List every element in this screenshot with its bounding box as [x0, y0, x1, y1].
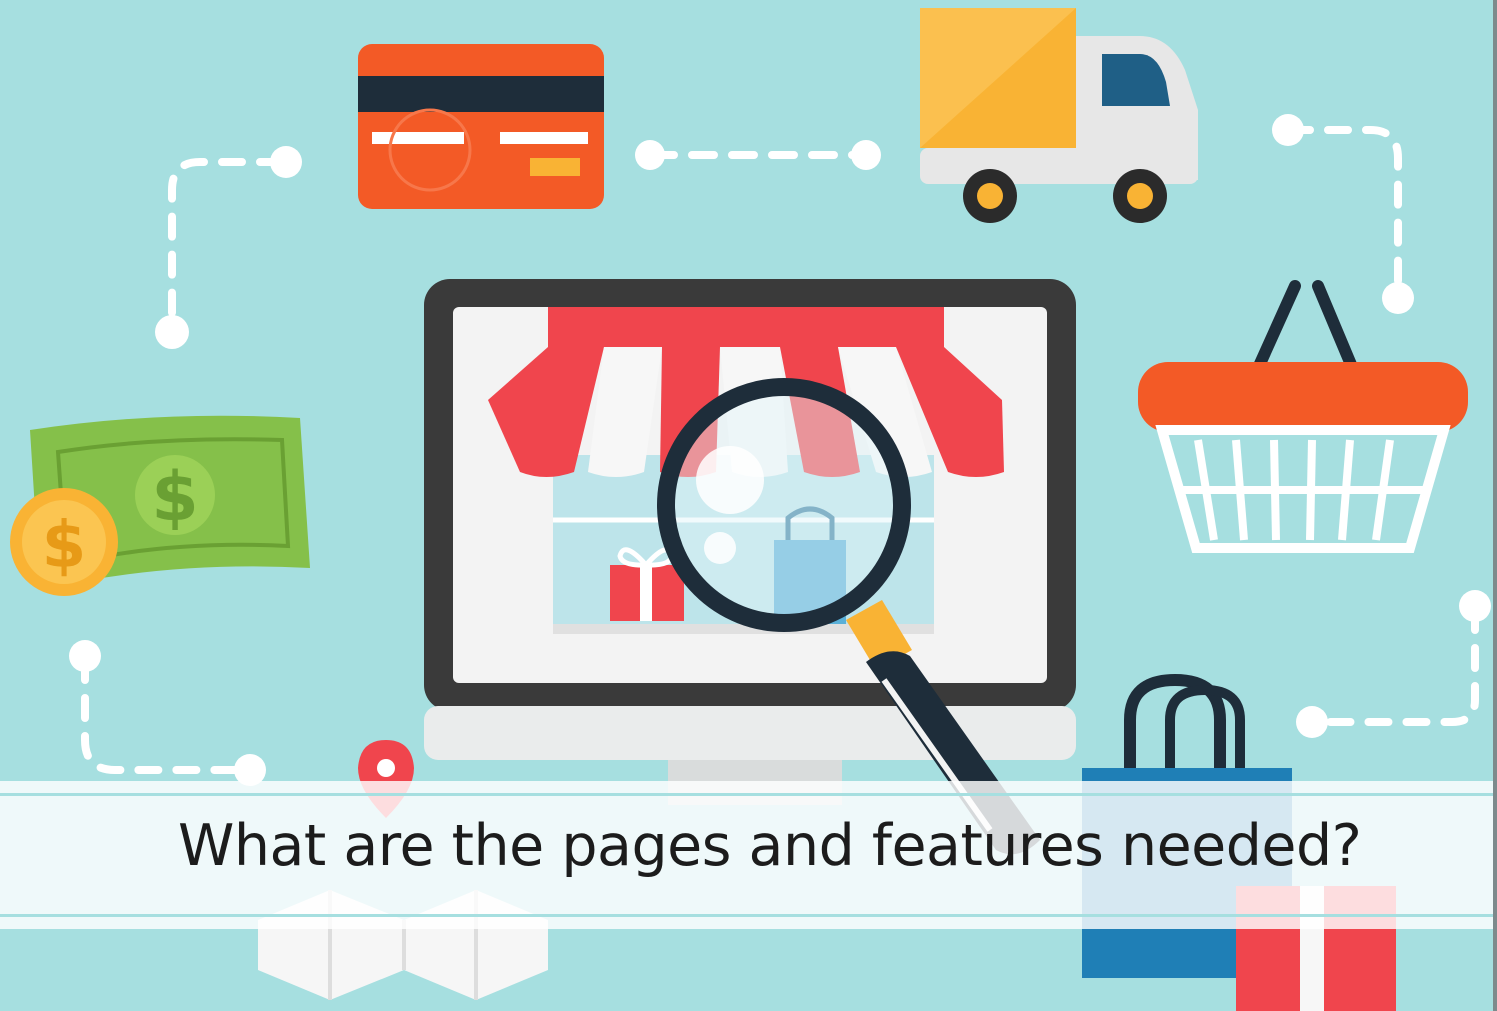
caption-text: What are the pages and features needed? [178, 813, 1362, 879]
coin-symbol: $ [42, 509, 87, 583]
bill-symbol: $ [151, 458, 198, 537]
slide-edge [1493, 0, 1497, 1011]
caption-banner: What are the pages and features needed? [0, 781, 1497, 929]
shopping-basket-icon [1138, 280, 1468, 553]
credit-card-icon [358, 44, 604, 209]
coin-icon: $ [10, 488, 118, 596]
caption-bottom-rule [0, 914, 1497, 917]
caption-top-rule [0, 793, 1497, 796]
delivery-truck-icon [920, 8, 1198, 223]
